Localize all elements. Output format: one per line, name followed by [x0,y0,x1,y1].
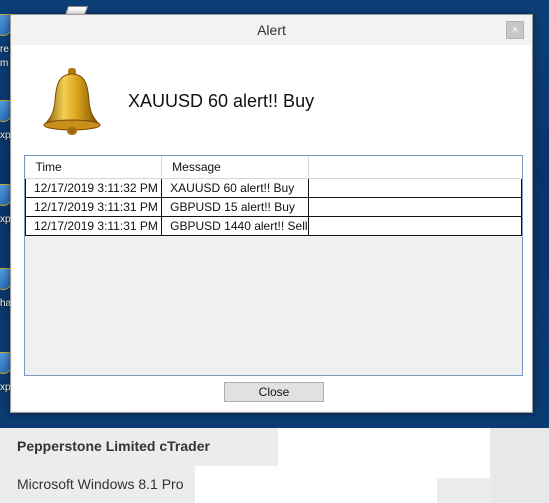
alert-list[interactable]: Time Message 12/17/2019 3:11:32 PM XAUUS… [24,155,523,376]
window-title: Alert [257,22,286,38]
grey-panel [491,428,549,503]
cell-message: XAUUSD 60 alert!! Buy [161,178,309,198]
cell-filler [307,216,523,236]
desktop-label: xp [0,214,11,225]
product-name: Pepperstone Limited cTrader [17,438,210,454]
bell-icon [43,68,101,135]
alert-content: XAUUSD 60 alert!! Buy Time Message 12/17… [12,45,531,411]
table-row[interactable]: 12/17/2019 3:11:32 PM XAUUSD 60 alert!! … [24,178,523,198]
cell-time: 12/17/2019 3:11:32 PM [24,178,163,198]
desktop-label: xp [0,130,11,141]
table-row[interactable]: 12/17/2019 3:11:31 PM GBPUSD 15 alert!! … [24,197,523,217]
cell-time: 12/17/2019 3:11:31 PM [24,197,163,217]
system-info-panel: Pepperstone Limited cTrader Microsoft Wi… [0,428,549,503]
close-icon[interactable]: × [506,21,524,39]
cell-filler [307,178,523,198]
cell-message: GBPUSD 15 alert!! Buy [161,197,309,217]
column-header-time[interactable]: Time [25,156,163,179]
cell-time: 12/17/2019 3:11:31 PM [24,216,163,236]
column-header-filler [308,156,522,179]
desktop-label: re [0,44,9,55]
column-header-message[interactable]: Message [161,156,309,179]
desktop-label: xp [0,382,11,393]
cell-filler [307,197,523,217]
os-name: Microsoft Windows 8.1 Pro [17,476,184,492]
title-bar[interactable]: Alert × [11,15,532,45]
cell-message: GBPUSD 1440 alert!! Sell [161,216,309,236]
table-row[interactable]: 12/17/2019 3:11:31 PM GBPUSD 1440 alert!… [24,216,523,236]
alert-window: Alert × XAUUSD 60 alert!! Buy Time Messa… [10,14,533,413]
desktop-label: m [0,58,9,69]
alert-table: Time Message 12/17/2019 3:11:32 PM XAUUS… [24,156,523,236]
alert-headline: XAUUSD 60 alert!! Buy [128,91,315,111]
white-panel [195,466,437,503]
close-button[interactable]: Close [224,382,324,402]
